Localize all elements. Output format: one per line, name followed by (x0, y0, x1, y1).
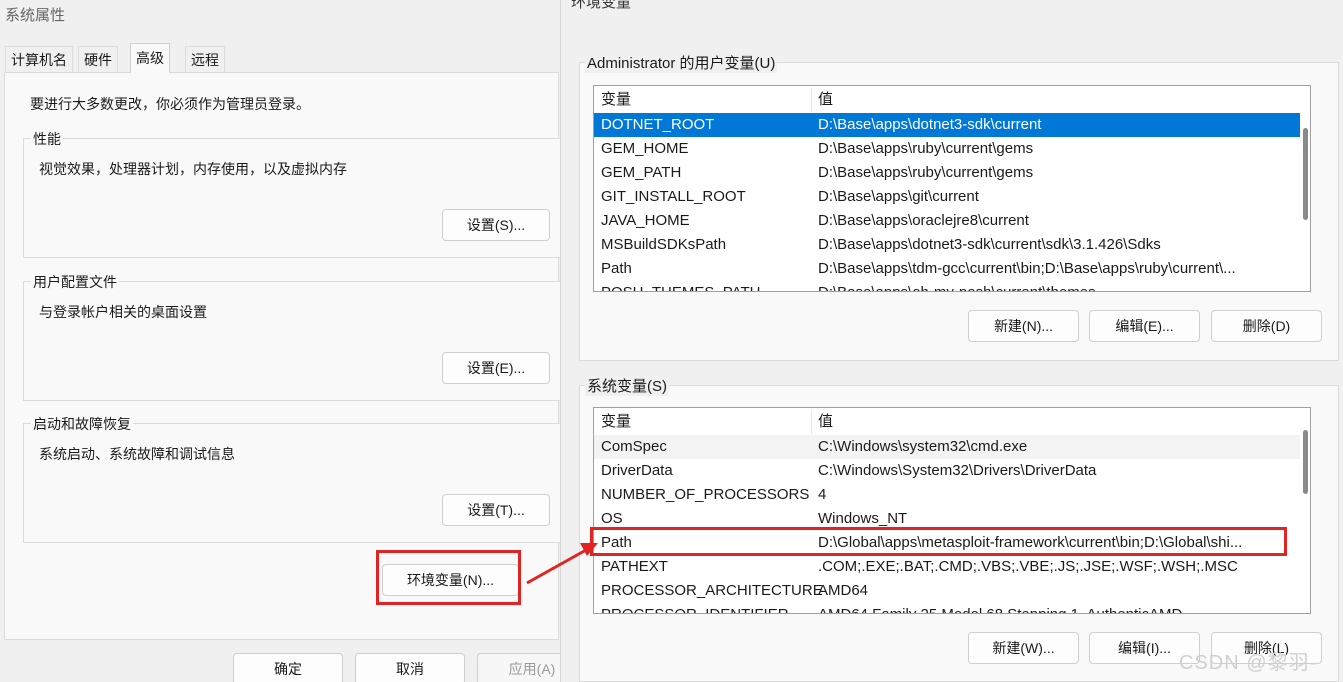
tab-computer-name[interactable]: 计算机名 (5, 46, 73, 72)
variable-name: PROCESSOR_IDENTIFIER (601, 603, 789, 613)
startup-recovery-label: 启动和故障恢复 (31, 414, 133, 434)
system-properties-dialog: 系统属性 计算机名 硬件 高级 远程 要进行大多数更改，你必须作为管理员登录。 … (0, 0, 560, 682)
user-list-scrollbar[interactable] (1303, 128, 1308, 220)
user-profiles-settings-button[interactable]: 设置(E)... (442, 352, 550, 384)
variable-name: PATHEXT (601, 558, 668, 575)
tab-advanced[interactable]: 高级 (130, 43, 170, 73)
variable-value: D:\Base\apps\ruby\current\gems (818, 140, 1034, 157)
variable-name: DOTNET_ROOT (601, 116, 715, 133)
table-row[interactable]: POSH_THEMES_PATH D:\Base\apps\oh-my-posh… (594, 281, 1300, 291)
variable-name: POSH_THEMES_PATH (601, 281, 760, 291)
table-row[interactable]: GEM_HOME D:\Base\apps\ruby\current\gems (594, 137, 1300, 161)
user-delete-button[interactable]: 删除(D) (1211, 310, 1322, 342)
system-list-scrollbar[interactable] (1303, 430, 1308, 494)
table-row[interactable]: PROCESSOR_ARCHITECTURE AMD64 (594, 579, 1300, 603)
user-profiles-label: 用户配置文件 (31, 272, 119, 292)
watermark: CSDN @黎羽- (1179, 652, 1318, 674)
performance-settings-button[interactable]: 设置(S)... (442, 209, 550, 241)
variable-value: D:\Base\apps\dotnet3-sdk\current (818, 116, 1042, 133)
variable-value: .COM;.EXE;.BAT;.CMD;.VBS;.VBE;.JS;.JSE;.… (818, 558, 1238, 575)
table-row[interactable]: NUMBER_OF_PROCESSORS 4 (594, 483, 1300, 507)
column-separator (811, 88, 812, 112)
table-row[interactable]: OS Windows_NT (594, 507, 1300, 531)
user-new-button[interactable]: 新建(N)... (968, 310, 1079, 342)
list-header: 变量 值 (594, 410, 1304, 434)
table-row[interactable]: DriverData C:\Windows\System32\Drivers\D… (594, 459, 1300, 483)
user-edit-button[interactable]: 编辑(E)... (1089, 310, 1200, 342)
apply-button[interactable]: 应用(A) (477, 653, 560, 682)
variable-value: C:\Windows\System32\Drivers\DriverData (818, 462, 1097, 479)
variable-value: D:\Base\apps\oh-my-posh\current\themes (818, 281, 1096, 291)
user-variables-label: Administrator 的用户变量(U) (585, 52, 778, 73)
variable-name: OS (601, 510, 623, 527)
ok-button[interactable]: 确定 (233, 653, 343, 682)
system-new-button[interactable]: 新建(W)... (968, 632, 1079, 664)
performance-label: 性能 (31, 129, 63, 149)
startup-recovery-settings-button[interactable]: 设置(T)... (442, 494, 550, 526)
variable-value: 4 (818, 486, 827, 503)
table-row[interactable]: JAVA_HOME D:\Base\apps\oraclejre8\curren… (594, 209, 1300, 233)
column-header-value[interactable]: 值 (818, 410, 833, 434)
tab-remote[interactable]: 远程 (185, 46, 225, 72)
system-variables-label: 系统变量(S) (585, 375, 669, 396)
variable-value: D:\Base\apps\ruby\current\gems (818, 164, 1034, 181)
user-profiles-description: 与登录帐户相关的桌面设置 (39, 304, 207, 320)
variable-name: NUMBER_OF_PROCESSORS (601, 486, 810, 503)
column-header-name[interactable]: 变量 (601, 410, 631, 434)
user-variables-list[interactable]: 变量 值 DOTNET_ROOT D:\Base\apps\dotnet3-sd… (593, 85, 1311, 292)
dialog-title: 系统属性 (5, 7, 66, 24)
table-row[interactable]: Path D:\Global\apps\metasploit-framework… (594, 531, 1300, 555)
column-separator (811, 410, 812, 434)
variable-value: D:\Base\apps\dotnet3-sdk\current\sdk\3.1… (818, 236, 1161, 253)
variable-value: AMD64 (818, 582, 869, 599)
variable-name: GEM_PATH (601, 164, 682, 181)
variable-name: Path (601, 534, 632, 551)
environment-variables-button[interactable]: 环境变量(N)... (382, 564, 519, 596)
env-dialog-title: 环境变量 (571, 0, 632, 11)
variable-name: GEM_HOME (601, 140, 689, 157)
environment-variables-dialog: 环境变量 Administrator 的用户变量(U) 变量 值 DOTNET_… (560, 0, 1343, 682)
variable-value: AMD64 Family 25 Model 68 Stepping 1, Aut… (818, 603, 1182, 613)
table-row[interactable]: PATHEXT .COM;.EXE;.BAT;.CMD;.VBS;.VBE;.J… (594, 555, 1300, 579)
variable-value: Windows_NT (818, 510, 908, 527)
table-row[interactable]: GIT_INSTALL_ROOT D:\Base\apps\git\curren… (594, 185, 1300, 209)
variable-value: C:\Windows\system32\cmd.exe (818, 438, 1028, 455)
tab-hardware[interactable]: 硬件 (78, 46, 118, 72)
variable-name: MSBuildSDKsPath (601, 236, 727, 253)
variable-name: Path (601, 260, 632, 277)
table-row[interactable]: MSBuildSDKsPath D:\Base\apps\dotnet3-sdk… (594, 233, 1300, 257)
admin-note: 要进行大多数更改，你必须作为管理员登录。 (30, 96, 310, 112)
variable-value: D:\Global\apps\metasploit-framework\curr… (818, 534, 1243, 551)
variable-name: ComSpec (601, 438, 667, 455)
variable-name: JAVA_HOME (601, 212, 690, 229)
list-header: 变量 值 (594, 88, 1304, 112)
variable-name: GIT_INSTALL_ROOT (601, 188, 746, 205)
table-row[interactable]: DOTNET_ROOT D:\Base\apps\dotnet3-sdk\cur… (594, 113, 1300, 137)
table-row[interactable]: GEM_PATH D:\Base\apps\ruby\current\gems (594, 161, 1300, 185)
variable-name: PROCESSOR_ARCHITECTURE (601, 582, 823, 599)
column-header-value[interactable]: 值 (818, 88, 833, 112)
table-row[interactable]: PROCESSOR_IDENTIFIER AMD64 Family 25 Mod… (594, 603, 1300, 613)
cancel-button[interactable]: 取消 (355, 653, 465, 682)
variable-name: DriverData (601, 462, 673, 479)
system-variables-list[interactable]: 变量 值 ComSpec C:\Windows\system32\cmd.exe… (593, 407, 1311, 614)
startup-recovery-description: 系统启动、系统故障和调试信息 (39, 446, 235, 462)
column-header-name[interactable]: 变量 (601, 88, 631, 112)
table-row[interactable]: ComSpec C:\Windows\system32\cmd.exe (594, 435, 1300, 459)
variable-value: D:\Base\apps\oraclejre8\current (818, 212, 1029, 229)
table-row[interactable]: Path D:\Base\apps\tdm-gcc\current\bin;D:… (594, 257, 1300, 281)
performance-description: 视觉效果，处理器计划，内存使用，以及虚拟内存 (39, 161, 347, 177)
variable-value: D:\Base\apps\tdm-gcc\current\bin;D:\Base… (818, 260, 1236, 277)
variable-value: D:\Base\apps\git\current (818, 188, 979, 205)
